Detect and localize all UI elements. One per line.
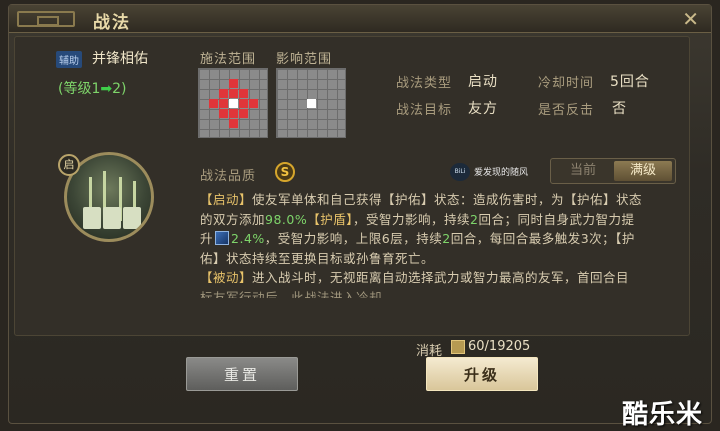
range-cell	[219, 99, 228, 108]
desc-line: 的双方添加98.0%【护盾】，受智力影响，持续2回合；同时自身武力智力提	[200, 210, 676, 230]
desc-text: ，受智力影响，持续	[353, 211, 471, 227]
desc-text: 回合，每回合最多触发3次；【护	[450, 231, 635, 246]
close-icon[interactable]: ✕	[682, 7, 699, 31]
desc-line: 佑】状态持续至更换目标或孙鲁育死亡。	[200, 249, 676, 269]
effect-range-label: 影响范围	[276, 52, 333, 67]
desc-line: 【被动】进入战斗时，无视距离自动选择武力或智力最高的友军，首回合目	[200, 268, 676, 288]
desc-text: 佑】状态持续至更换目标或孙鲁育死亡。	[200, 250, 435, 266]
level-arrow-icon: ➡	[100, 81, 113, 97]
level-to: 2)	[112, 81, 127, 97]
range-cell	[229, 119, 238, 128]
range-cell	[239, 109, 248, 118]
resource-icon	[451, 340, 465, 354]
skill-type-label: 战法类型	[396, 76, 453, 91]
reset-button[interactable]: 重置	[186, 357, 298, 391]
keyword-active: 【启动】	[200, 192, 253, 207]
quality-label: 战法品质	[200, 169, 257, 184]
desc-number: 98.0%	[265, 211, 308, 227]
start-badge: 启	[58, 154, 80, 176]
self-cell	[307, 99, 316, 108]
range-cell	[249, 99, 258, 108]
shield-icon	[103, 207, 121, 229]
desc-text: 进入战斗时，无视距离自动选择武力或智力最高的友军，首回合目	[252, 270, 630, 285]
range-cell	[239, 89, 248, 98]
title-bar: 战法 ✕	[9, 5, 711, 33]
desc-text: 使友军单体和自己获得【护佑】状态：造成伤害时，为【护佑】状态	[252, 192, 643, 207]
range-cell	[229, 79, 238, 88]
title-ornament-icon	[17, 11, 75, 27]
counter-value: 否	[612, 101, 627, 117]
desc-text: 升	[200, 231, 214, 246]
counter-label: 是否反击	[538, 103, 595, 118]
desc-line: 【启动】使友军单体和自己获得【护佑】状态：造成伤害时，为【护佑】状态	[200, 190, 676, 210]
skill-type-value: 启动	[468, 74, 498, 90]
cast-range-label: 施法范围	[200, 52, 257, 67]
desc-text: 的双方添加	[200, 211, 266, 227]
range-cell	[219, 109, 228, 118]
desc-text: ，受智力影响，上限6层，持续	[264, 231, 443, 246]
upgrade-button[interactable]: 升级	[426, 357, 538, 391]
level-toggle: 当前 满级	[550, 158, 676, 184]
keyword-shield: 【护盾】	[307, 211, 353, 227]
desc-text: 标友军行动后，此战法进入冷却	[200, 289, 383, 299]
tab-max-level[interactable]: 满级	[614, 161, 672, 181]
watermark-text: 爱发现的随风	[474, 168, 529, 178]
cooldown-label: 冷却时间	[538, 76, 595, 91]
range-cell	[209, 99, 218, 108]
dialog-title: 战法	[93, 13, 131, 33]
cost-value: 60/19205	[468, 339, 531, 354]
desc-number: 2.4%	[231, 231, 265, 246]
keyword-passive: 【被动】	[200, 270, 253, 285]
self-cell	[229, 99, 238, 108]
cast-range-grid	[198, 68, 268, 138]
watermark-logo: BiLi	[450, 163, 470, 181]
skill-type-tag: 辅助	[56, 51, 82, 68]
shield-icon	[123, 207, 141, 229]
range-cell	[239, 99, 248, 108]
skill-name: 并锋相佑	[92, 51, 148, 67]
buff-icon	[215, 231, 230, 245]
desc-line: 标友军行动后，此战法进入冷却	[200, 288, 676, 299]
skill-description: 【启动】使友军单体和自己获得【护佑】状态：造成伤害时，为【护佑】状态 的双方添加…	[200, 190, 676, 298]
effect-range-grid	[276, 68, 346, 138]
shield-icon	[83, 207, 101, 229]
brand-watermark: 酷乐米	[622, 400, 704, 430]
desc-number: 2	[442, 231, 451, 246]
desc-text: 回合；同时自身武力智力提	[478, 211, 635, 227]
level-from: (等级1	[58, 81, 101, 97]
level-progression: (等级1➡2)	[58, 78, 126, 98]
desc-line: 升 2.4%，受智力影响，上限6层，持续2回合，每回合最多触发3次；【护	[200, 229, 676, 249]
range-cell	[229, 89, 238, 98]
skill-target-label: 战法目标	[396, 103, 453, 118]
range-cell	[219, 89, 228, 98]
range-cell	[229, 109, 238, 118]
skill-target-value: 友方	[468, 101, 498, 117]
quality-badge: S	[275, 162, 295, 182]
cooldown-value: 5回合	[610, 74, 650, 90]
tab-current-level[interactable]: 当前	[554, 161, 612, 181]
